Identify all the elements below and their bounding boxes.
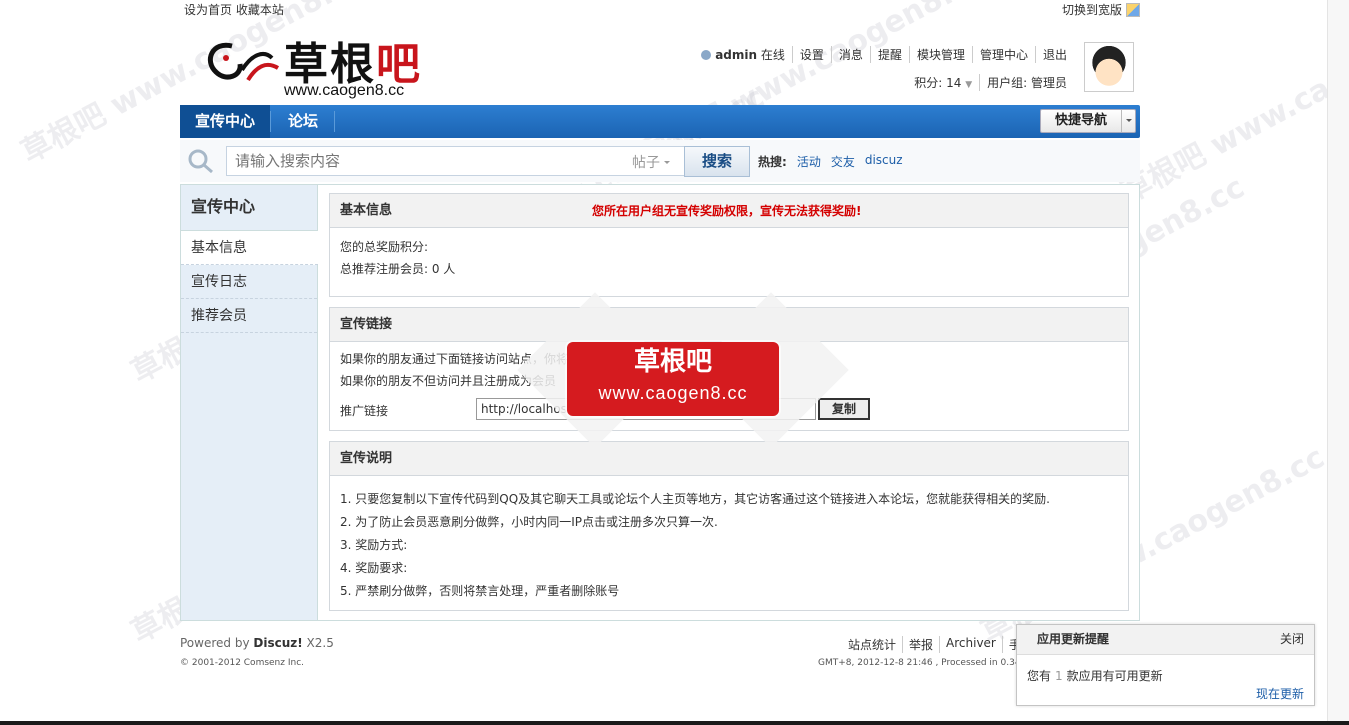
search-icon <box>188 149 213 173</box>
footer-links: 站点统计 举报 Archiver 手 <box>842 636 1027 653</box>
search-type-select[interactable]: 帖子 <box>632 152 670 172</box>
user-icon <box>701 50 712 60</box>
desc-item: 5. 严禁刷分做弊，否则将禁言处理，严重者删除账号 <box>340 584 620 598</box>
hot-link-friends[interactable]: 交友 <box>831 153 855 170</box>
tab-promo-center[interactable]: 宣传中心 <box>180 105 270 138</box>
logout-link[interactable]: 退出 <box>1043 48 1067 62</box>
watermark-badge: 草根吧 www.caogen8.cc <box>567 342 779 416</box>
user-links: admin 在线 设置 消息 提醒 模块管理 管理中心 退出 <box>694 46 1074 63</box>
bookmark-link[interactable]: 收藏本站 <box>236 3 284 17</box>
notification-title: 应用更新提醒 <box>1037 632 1110 646</box>
window-bottom-border <box>0 721 1349 725</box>
sidebar: 宣传中心 基本信息 宣传日志 推荐会员 <box>181 185 318 620</box>
hot-link-activity[interactable]: 活动 <box>797 153 821 170</box>
panel-title: 宣传说明 <box>330 442 1128 476</box>
basic-info-panel: 基本信息 您所在用户组无宣传奖励权限，宣传无法获得奖励! 您的总奖励积分: 总推… <box>329 193 1129 297</box>
online-status: 在线 <box>760 48 785 62</box>
tab-forum[interactable]: 论坛 <box>272 105 334 138</box>
permission-warning: 您所在用户组无宣传奖励权限，宣传无法获得奖励! <box>592 204 862 218</box>
search-bar: 帖子 搜索 热搜: 活动 交友 discuz <box>180 140 1140 182</box>
panel-title: 基本信息 <box>340 203 393 218</box>
footer: Powered by Discuz! X2.5 © 2001-2012 Coms… <box>180 634 1140 674</box>
footer-link-report[interactable]: 举报 <box>909 638 933 652</box>
username-link[interactable]: admin <box>715 48 757 62</box>
quick-nav-button[interactable]: 快捷导航 <box>1040 109 1136 133</box>
user-group-link[interactable]: 用户组: 管理员 <box>987 76 1067 90</box>
header: 草根吧 www.caogen8.cc admin 在线 设置 消息 提醒 模块管… <box>180 24 1140 104</box>
top-bar: 设为首页 收藏本站 切换到宽版 <box>180 0 1140 18</box>
reminders-link[interactable]: 提醒 <box>878 48 902 62</box>
set-home-link[interactable]: 设为首页 <box>184 3 232 17</box>
admin-center-link[interactable]: 管理中心 <box>980 48 1028 62</box>
powered-by: Powered by Discuz! X2.5 <box>180 636 334 650</box>
footer-link-stats[interactable]: 站点统计 <box>848 638 896 652</box>
promo-link-label: 推广链接 <box>340 404 389 418</box>
copyright: © 2001-2012 Comsenz Inc. <box>180 658 305 668</box>
desc-item: 1. 只要您复制以下宣传代码到QQ及其它聊天工具或论坛个人主页等地方，其它访客通… <box>340 492 1050 506</box>
logo-mark-icon <box>208 42 280 82</box>
update-count: 1 <box>1055 669 1063 683</box>
search-input[interactable] <box>226 146 686 176</box>
hot-search-label: 热搜: <box>758 155 787 169</box>
sidebar-item-referred-members[interactable]: 推荐会员 <box>181 299 317 333</box>
logo-url: www.caogen8.cc <box>284 82 405 99</box>
notification-body: 您有 1 款应用有可用更新 <box>1027 669 1163 683</box>
desc-item: 2. 为了防止会员恶意刷分做弊，小时内同一IP点击或注册多次只算一次. <box>340 515 718 529</box>
sidebar-item-basic-info[interactable]: 基本信息 <box>181 231 318 265</box>
sidebar-item-promo-log[interactable]: 宣传日志 <box>181 265 317 299</box>
wide-mode-icon[interactable] <box>1126 2 1140 17</box>
wide-mode-link[interactable]: 切换到宽版 <box>1062 1 1122 18</box>
copy-button[interactable]: 复制 <box>818 398 870 420</box>
main-nav: 宣传中心 论坛 快捷导航 <box>180 105 1140 138</box>
sidebar-title: 宣传中心 <box>181 185 317 231</box>
desc-item: 4. 奖励要求: <box>340 561 408 575</box>
close-button[interactable]: 关闭 <box>1280 625 1304 653</box>
total-members: 总推荐注册会员: 0 人 <box>340 262 456 276</box>
total-points: 您的总奖励积分: <box>340 240 429 254</box>
desc-item: 3. 奖励方式: <box>340 538 408 552</box>
block-admin-link[interactable]: 模块管理 <box>917 48 965 62</box>
scrollbar[interactable] <box>1327 0 1349 725</box>
site-logo[interactable]: 草根吧 www.caogen8.cc <box>202 28 442 100</box>
promo-desc-panel: 宣传说明 1. 只要您复制以下宣传代码到QQ及其它聊天工具或论坛个人主页等地方，… <box>329 441 1129 611</box>
settings-link[interactable]: 设置 <box>800 48 824 62</box>
points-link[interactable]: 积分: 14 <box>914 76 961 90</box>
hot-link-discuz[interactable]: discuz <box>865 153 903 170</box>
search-button[interactable]: 搜索 <box>684 146 750 177</box>
update-notification: 应用更新提醒 关闭 您有 1 款应用有可用更新 现在更新 <box>1016 624 1315 706</box>
update-now-link[interactable]: 现在更新 <box>1256 685 1304 702</box>
user-stats: 积分: 14 ▼ 用户组: 管理员 <box>907 74 1074 91</box>
messages-link[interactable]: 消息 <box>839 48 863 62</box>
hot-search: 热搜: 活动 交友 discuz <box>758 153 903 170</box>
footer-gmt: GMT+8, 2012-12-8 21:46 , Processed in 0.… <box>818 658 1027 668</box>
avatar[interactable] <box>1084 42 1134 92</box>
chevron-down-icon <box>1121 110 1135 132</box>
footer-link-archiver[interactable]: Archiver <box>946 636 996 650</box>
watermark-text: 草根吧 www.caogen8.cc <box>1115 0 1349 211</box>
